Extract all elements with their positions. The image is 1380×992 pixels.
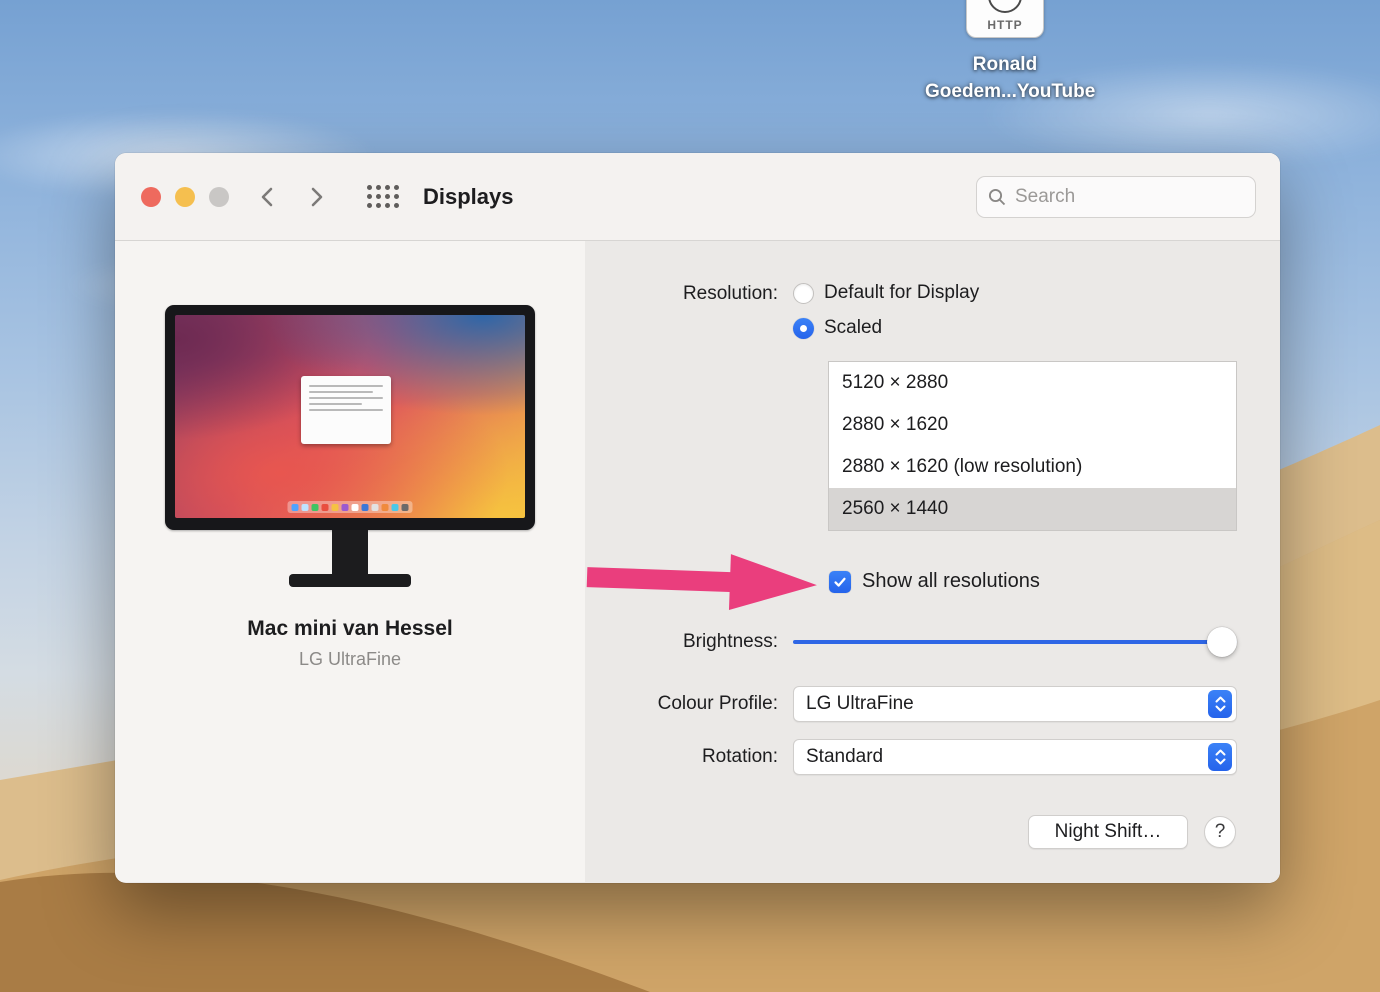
preview-document-window bbox=[301, 375, 391, 444]
display-model: LG UltraFine bbox=[298, 649, 402, 669]
radio-off-icon[interactable] bbox=[793, 282, 814, 304]
radio-on-icon[interactable] bbox=[793, 317, 814, 339]
titlebar: Displays bbox=[115, 153, 1280, 241]
chevron-right-icon bbox=[311, 187, 323, 206]
popup-stepper-icon bbox=[1208, 690, 1232, 718]
rotation-value: Standard bbox=[806, 746, 884, 767]
radio-scaled-label: Scaled bbox=[824, 317, 883, 338]
colour-profile-select[interactable]: LG UltraFine bbox=[793, 686, 1237, 722]
popup-stepper-icon bbox=[1208, 743, 1232, 771]
search-icon bbox=[988, 188, 1006, 206]
display-name: Mac mini van Hessel bbox=[247, 617, 453, 640]
zoom-button[interactable] bbox=[209, 186, 229, 207]
resolution-option[interactable]: 5120 × 2880 bbox=[829, 362, 1236, 404]
colour-profile-label: Colour Profile: bbox=[657, 693, 778, 714]
resolution-option[interactable]: 2880 × 1620 (low resolution) bbox=[829, 446, 1236, 488]
radio-scaled[interactable]: Scaled bbox=[793, 317, 882, 339]
night-shift-button[interactable]: Night Shift… bbox=[1028, 815, 1188, 849]
help-button[interactable]: ? bbox=[1204, 816, 1236, 848]
radio-default-label: Default for Display bbox=[824, 282, 980, 303]
slider-track[interactable] bbox=[793, 640, 1237, 644]
shortcut-label-line1: Ronald bbox=[972, 54, 1038, 75]
forward-button[interactable] bbox=[299, 180, 333, 214]
monitor-stand-neck bbox=[332, 530, 368, 574]
desktop-shortcut[interactable]: HTTP Ronald Goedem...YouTube bbox=[925, 0, 1096, 105]
resolution-option[interactable]: 2880 × 1620 bbox=[829, 404, 1236, 446]
colour-profile-value: LG UltraFine bbox=[806, 693, 914, 714]
globe-icon bbox=[988, 0, 1022, 13]
brightness-label: Brightness: bbox=[682, 631, 778, 652]
back-button[interactable] bbox=[251, 180, 285, 214]
shortcut-label-line2: Goedem...YouTube bbox=[925, 81, 1096, 102]
monitor-screen bbox=[175, 315, 525, 518]
window-title: Displays bbox=[423, 183, 514, 209]
http-badge: HTTP bbox=[987, 18, 1023, 32]
chevron-left-icon bbox=[261, 187, 273, 206]
search-input[interactable] bbox=[1015, 186, 1245, 208]
slider-thumb[interactable] bbox=[1207, 627, 1237, 657]
show-all-resolutions-label: Show all resolutions bbox=[862, 570, 1040, 592]
close-button[interactable] bbox=[141, 186, 161, 207]
monitor-graphic: Mac mini van Hessel LG UltraFine bbox=[160, 305, 540, 670]
annotation-arrow bbox=[586, 554, 817, 611]
checkmark-icon bbox=[834, 577, 846, 587]
minimize-button[interactable] bbox=[175, 186, 195, 207]
monitor-bezel bbox=[165, 305, 535, 530]
preview-dock bbox=[287, 501, 413, 513]
rotation-select[interactable]: Standard bbox=[793, 739, 1237, 775]
show-all-resolutions-row[interactable]: Show all resolutions bbox=[829, 570, 1040, 593]
radio-default-for-display[interactable]: Default for Display bbox=[793, 282, 979, 304]
show-all-preferences-button[interactable] bbox=[367, 185, 399, 208]
resolution-list[interactable]: 5120 × 2880 2880 × 1620 2880 × 1620 (low… bbox=[828, 361, 1237, 531]
resolution-option-selected[interactable]: 2560 × 1440 bbox=[829, 488, 1236, 530]
webloc-icon: HTTP bbox=[966, 0, 1044, 38]
displays-preferences-window: Displays Search Mac mini van Hessel LG U… bbox=[115, 153, 1280, 883]
resolution-label: Resolution: bbox=[682, 283, 778, 304]
brightness-slider[interactable] bbox=[793, 627, 1237, 657]
display-preview-pane: Mac mini van Hessel LG UltraFine bbox=[115, 241, 585, 882]
monitor-stand-base bbox=[289, 574, 411, 587]
traffic-lights bbox=[141, 186, 229, 207]
search-field[interactable] bbox=[976, 176, 1256, 218]
rotation-label: Rotation: bbox=[701, 746, 778, 767]
show-all-resolutions-checkbox[interactable] bbox=[829, 570, 851, 593]
